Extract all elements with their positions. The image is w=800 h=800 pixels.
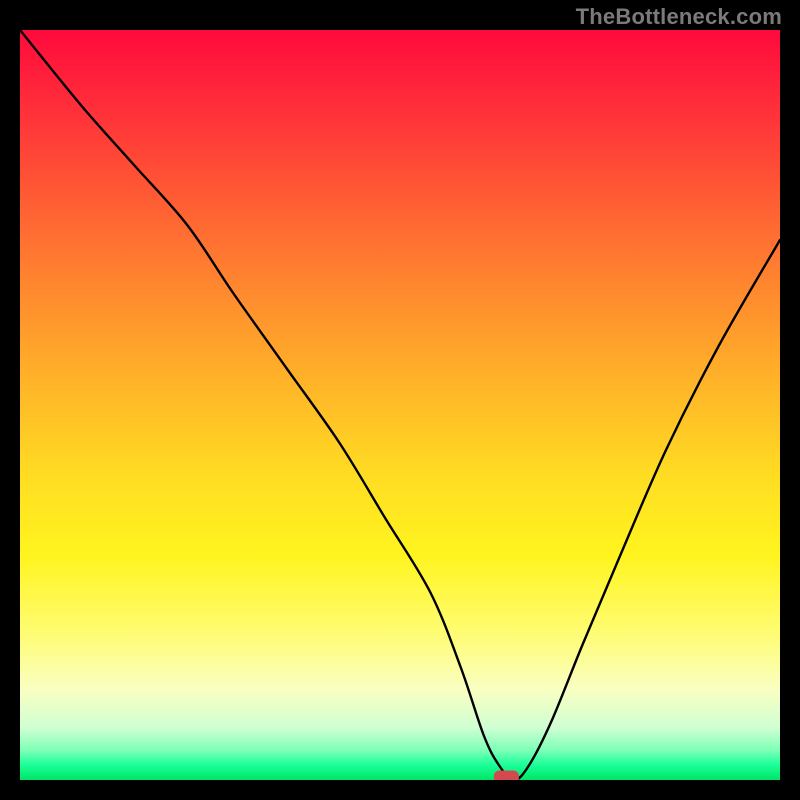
chart-svg [20,30,780,780]
chart-plot-area [20,30,780,780]
bottleneck-curve [20,30,780,780]
attribution-watermark: TheBottleneck.com [576,4,782,30]
optimum-marker [494,771,518,780]
chart-frame: TheBottleneck.com [0,0,800,800]
